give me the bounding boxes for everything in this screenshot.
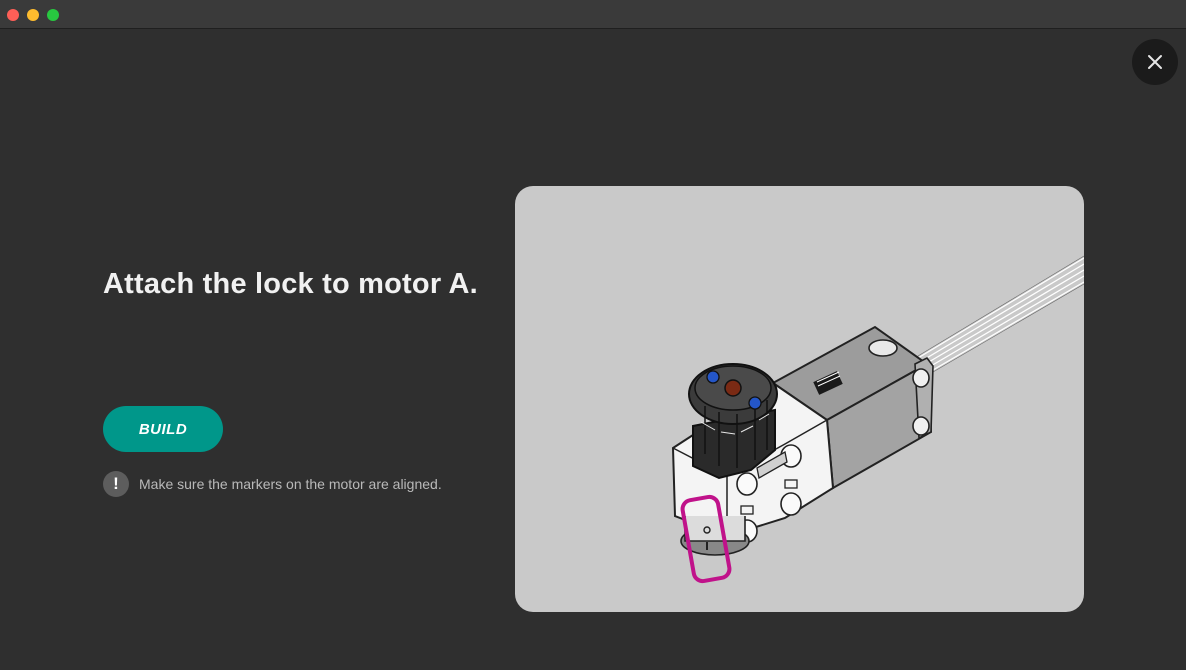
window-minimize-button[interactable] bbox=[27, 9, 39, 21]
title-bar bbox=[0, 0, 1186, 29]
motor-with-lock-icon bbox=[671, 255, 1084, 584]
window-maximize-button[interactable] bbox=[47, 9, 59, 21]
exclamation-icon: ! bbox=[103, 471, 129, 497]
build-illustration bbox=[515, 186, 1084, 612]
app-window: Attach the lock to motor A. BUILD ! Make… bbox=[0, 0, 1186, 670]
motor-cable bbox=[912, 257, 1084, 378]
alignment-note: ! Make sure the markers on the motor are… bbox=[103, 471, 442, 497]
step-title: Attach the lock to motor A. bbox=[103, 268, 478, 300]
note-text: Make sure the markers on the motor are a… bbox=[139, 476, 442, 492]
close-icon bbox=[1148, 55, 1162, 69]
window-close-button[interactable] bbox=[7, 9, 19, 21]
build-button[interactable]: BUILD bbox=[103, 406, 223, 452]
close-dialog-button[interactable] bbox=[1132, 39, 1178, 85]
